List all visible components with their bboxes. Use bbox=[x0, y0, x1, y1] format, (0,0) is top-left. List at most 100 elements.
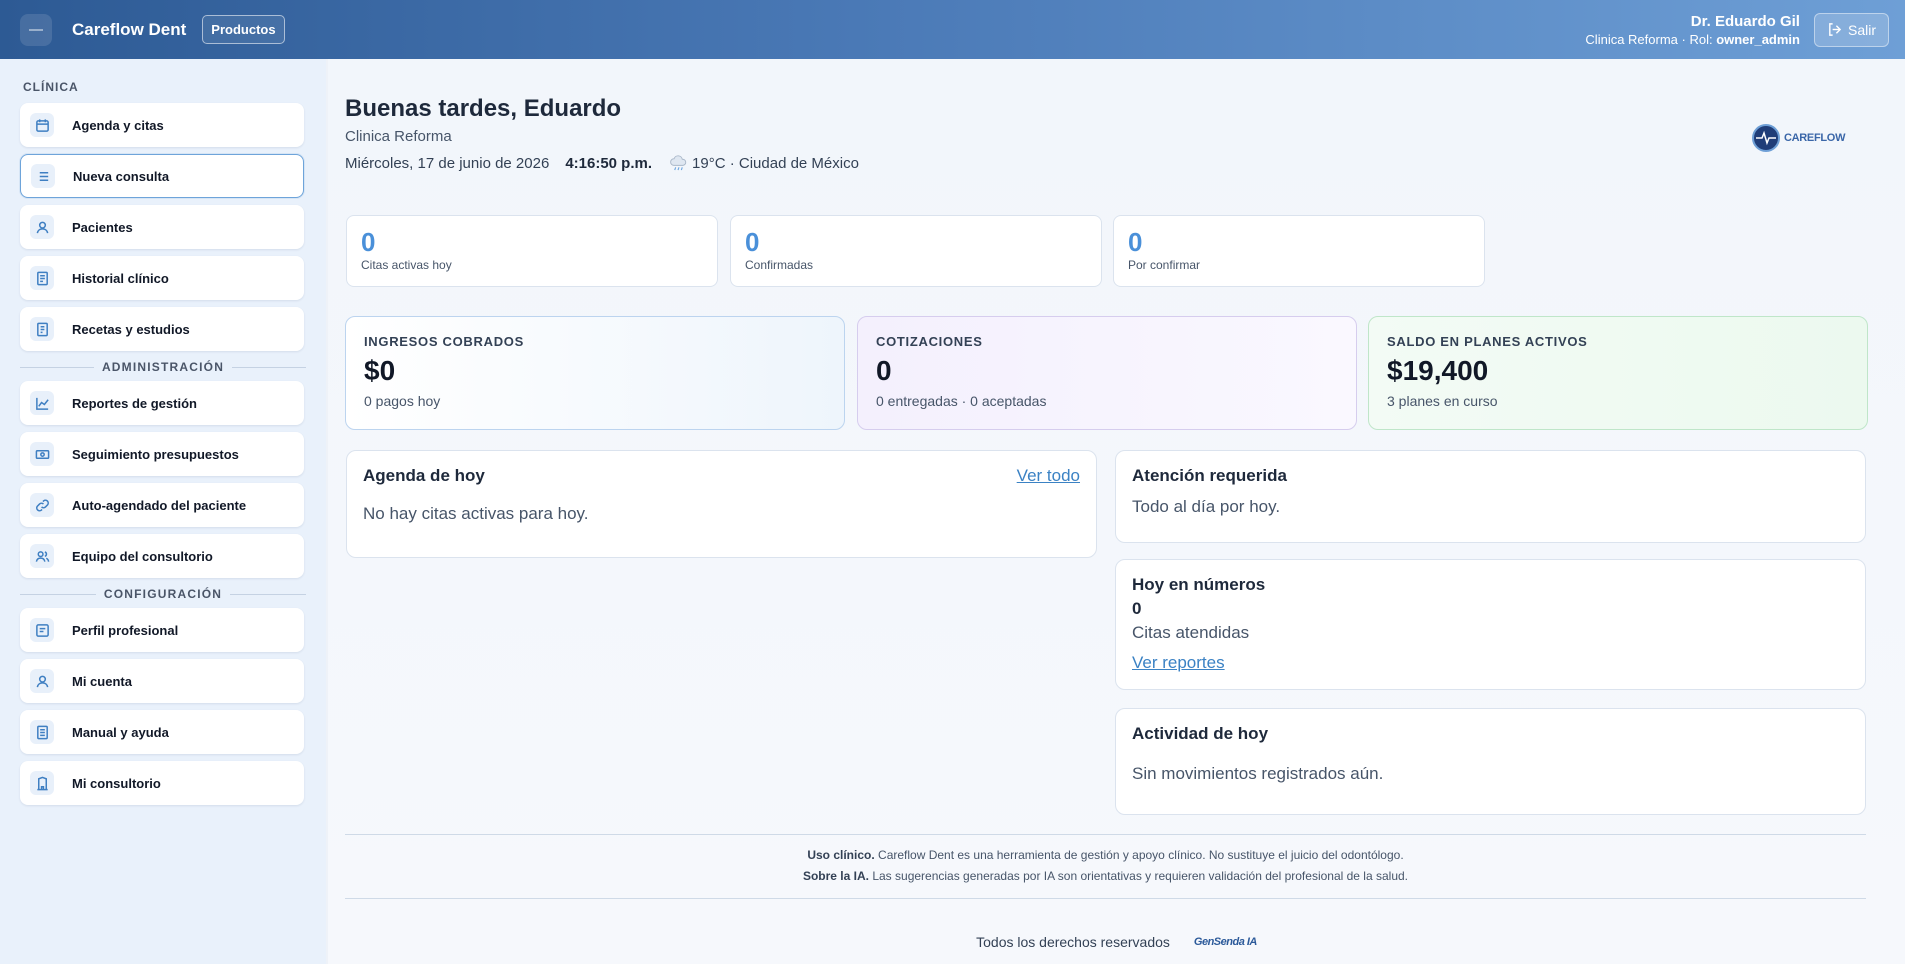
sidebar-item-label: Perfil profesional bbox=[72, 622, 179, 638]
profile-card-icon bbox=[30, 618, 54, 642]
stat-card-citas-activas: 0 Citas activas hoy bbox=[346, 215, 718, 287]
sidebar-item-label: Seguimiento presupuestos bbox=[72, 446, 239, 462]
footer-rights: Todos los derechos reservados GenSenda I… bbox=[328, 934, 1905, 950]
menu-icon bbox=[29, 28, 43, 31]
clinic-name: Clinica Reforma bbox=[345, 128, 452, 145]
kpi-subtext: 0 entregadas · 0 aceptadas bbox=[876, 393, 1047, 409]
current-date: Miércoles, 17 de junio de 2026 bbox=[345, 155, 550, 172]
kpi-card-cotizaciones: COTIZACIONES 0 0 entregadas · 0 aceptada… bbox=[857, 316, 1357, 430]
section-label-administracion: ADMINISTRACIÓN bbox=[20, 360, 306, 374]
user-name: Dr. Eduardo Gil bbox=[1690, 12, 1800, 30]
stat-card-por-confirmar: 0 Por confirmar bbox=[1113, 215, 1485, 287]
cloud-rain-icon bbox=[670, 155, 687, 171]
gensenda-logo: GenSenda IA bbox=[1193, 936, 1257, 948]
kpi-value: 0 bbox=[876, 355, 892, 386]
user-clinic-role-prefix: Clinica Reforma · Rol: bbox=[1585, 31, 1717, 47]
stat-value: 0 bbox=[361, 227, 376, 257]
kpi-value: $19,400 bbox=[1387, 355, 1489, 386]
sidebar-item-reportes[interactable]: Reportes de gestión bbox=[20, 381, 304, 425]
stat-label: Por confirmar bbox=[1128, 258, 1201, 272]
atencion-title: Atención requerida bbox=[1132, 466, 1287, 485]
weather-text: 19°C · Ciudad de México bbox=[692, 155, 859, 172]
calendar-icon bbox=[30, 113, 54, 137]
prescription-icon bbox=[30, 317, 54, 341]
disclaimer-ia: Sobre la IA. Las sugerencias generadas p… bbox=[802, 869, 1409, 883]
sidebar-item-label: Reportes de gestión bbox=[72, 395, 197, 411]
sidebar-item-pacientes[interactable]: Pacientes bbox=[20, 205, 304, 249]
link-icon bbox=[30, 493, 54, 517]
ver-reportes-link[interactable]: Ver reportes bbox=[1132, 653, 1849, 673]
sidebar-item-recetas[interactable]: Recetas y estudios bbox=[20, 307, 304, 351]
stat-value: 0 bbox=[745, 227, 760, 257]
sidebar-item-label: Nueva consulta bbox=[73, 168, 170, 184]
atencion-panel: Atención requerida Todo al día por hoy. bbox=[1115, 450, 1866, 543]
logout-button[interactable]: Salir bbox=[1813, 12, 1889, 47]
user-meta: Clinica Reforma · Rol: owner_admin bbox=[1585, 32, 1800, 47]
kpi-subtext: 0 pagos hoy bbox=[364, 393, 441, 409]
sidebar-item-nueva-consulta[interactable]: Nueva consulta bbox=[20, 154, 304, 198]
products-button[interactable]: Productos bbox=[202, 15, 285, 44]
sidebar-item-label: Mi consultorio bbox=[72, 775, 161, 791]
actividad-title: Actividad de hoy bbox=[1132, 724, 1269, 743]
document-icon bbox=[30, 266, 54, 290]
main-content: Buenas tardes, Eduardo Clinica Reforma M… bbox=[328, 59, 1905, 964]
sidebar-item-mi-consultorio[interactable]: Mi consultorio bbox=[20, 761, 304, 805]
citas-atendidas-label: Citas atendidas bbox=[1132, 623, 1250, 642]
stat-label: Confirmadas bbox=[745, 258, 814, 272]
disclaimer-uso-clinico: Uso clínico. Careflow Dent es una herram… bbox=[807, 848, 1404, 862]
sidebar-item-manual[interactable]: Manual y ayuda bbox=[20, 710, 304, 754]
date-line: Miércoles, 17 de junio de 2026 4:16:50 p… bbox=[345, 155, 859, 172]
sidebar-item-auto-agendado[interactable]: Auto-agendado del paciente bbox=[20, 483, 304, 527]
team-icon bbox=[30, 544, 54, 568]
manual-icon bbox=[30, 720, 54, 744]
ver-todo-link[interactable]: Ver todo bbox=[1017, 466, 1080, 486]
stat-label: Citas activas hoy bbox=[361, 258, 452, 272]
sidebar-item-presupuestos[interactable]: Seguimiento presupuestos bbox=[20, 432, 304, 476]
stat-value: 0 bbox=[1128, 227, 1143, 257]
section-label-clinica: CLÍNICA bbox=[23, 80, 79, 94]
sidebar-item-label: Equipo del consultorio bbox=[72, 548, 213, 564]
actividad-panel: Actividad de hoy Sin movimientos registr… bbox=[1115, 708, 1866, 815]
user-role: owner_admin bbox=[1716, 31, 1800, 47]
user-info: Dr. Eduardo Gil Clinica Reforma · Rol: o… bbox=[1585, 13, 1800, 47]
sidebar-item-label: Pacientes bbox=[72, 219, 133, 235]
citas-atendidas-value: 0 bbox=[1132, 599, 1142, 618]
money-icon bbox=[30, 442, 54, 466]
page-title: Buenas tardes, Eduardo bbox=[345, 95, 622, 122]
sidebar-item-label: Auto-agendado del paciente bbox=[72, 497, 247, 513]
sidebar-item-historial[interactable]: Historial clínico bbox=[20, 256, 304, 300]
kpi-card-ingresos: INGRESOS COBRADOS $0 0 pagos hoy bbox=[345, 316, 845, 430]
sidebar-item-mi-cuenta[interactable]: Mi cuenta bbox=[20, 659, 304, 703]
agenda-empty-text: No hay citas activas para hoy. bbox=[363, 504, 589, 523]
footer-divider bbox=[345, 898, 1866, 899]
atencion-text: Todo al día por hoy. bbox=[1132, 497, 1281, 516]
menu-toggle-button[interactable] bbox=[20, 13, 52, 46]
sidebar-item-label: Manual y ayuda bbox=[72, 724, 169, 740]
chart-icon bbox=[30, 391, 54, 415]
building-icon bbox=[30, 771, 54, 795]
app-title: Careflow Dent bbox=[72, 19, 187, 39]
sidebar-item-equipo[interactable]: Equipo del consultorio bbox=[20, 534, 304, 578]
agenda-title: Agenda de hoy bbox=[363, 466, 485, 485]
user-icon bbox=[30, 215, 54, 239]
brand-logo: CAREFLOW bbox=[1751, 123, 1845, 153]
current-time: 4:16:50 p.m. bbox=[565, 155, 653, 172]
sidebar-item-label: Recetas y estudios bbox=[72, 321, 190, 337]
agenda-panel: Agenda de hoy Ver todo No hay citas acti… bbox=[346, 450, 1097, 558]
sidebar-item-agenda[interactable]: Agenda y citas bbox=[20, 103, 304, 147]
actividad-text: Sin movimientos registrados aún. bbox=[1132, 764, 1384, 783]
sidebar-item-label: Agenda y citas bbox=[72, 117, 164, 133]
numeros-title: Hoy en números bbox=[1132, 575, 1266, 594]
list-icon bbox=[31, 164, 55, 188]
section-label-configuracion: CONFIGURACIÓN bbox=[20, 587, 306, 601]
kpi-value: $0 bbox=[364, 355, 396, 386]
rights-text: Todos los derechos reservados bbox=[976, 934, 1170, 950]
sidebar: CLÍNICA Agenda y citas Nueva consulta Pa… bbox=[0, 59, 326, 964]
numeros-panel: Hoy en números 0 Citas atendidas Ver rep… bbox=[1115, 559, 1866, 690]
logout-icon bbox=[1829, 23, 1842, 36]
top-bar: Careflow Dent Productos Dr. Eduardo Gil … bbox=[0, 0, 1905, 59]
sidebar-item-label: Historial clínico bbox=[72, 270, 169, 286]
kpi-label: SALDO EN PLANES ACTIVOS bbox=[1387, 334, 1588, 349]
sidebar-item-perfil[interactable]: Perfil profesional bbox=[20, 608, 304, 652]
footer-divider bbox=[345, 834, 1866, 835]
